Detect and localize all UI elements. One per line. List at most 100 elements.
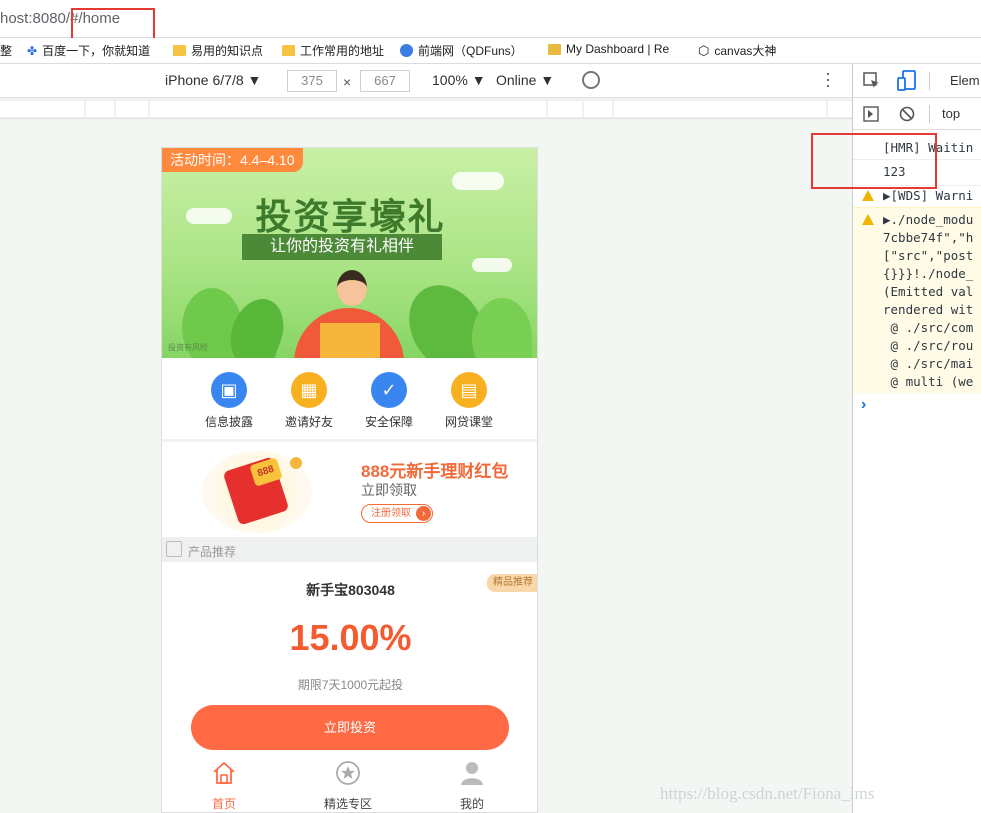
tab-featured[interactable]: 精选专区 xyxy=(298,760,398,812)
invest-now-button[interactable]: 立即投资 xyxy=(191,705,509,750)
tab-label: 我的 xyxy=(422,795,522,812)
rotate-icon[interactable] xyxy=(582,71,600,89)
bookmark-item[interactable]: 易用的知识点 xyxy=(173,42,263,59)
nav-item-security[interactable]: ✓ 安全保障 xyxy=(354,372,424,430)
star-icon xyxy=(335,760,361,786)
ruler-segment xyxy=(86,101,114,117)
section-header: 产品推荐 xyxy=(162,537,538,562)
console-prompt[interactable]: › xyxy=(861,396,866,414)
annotation-box-url xyxy=(71,8,155,41)
bookmark-label: 前端网（QDFuns） xyxy=(418,42,523,59)
media-query-ruler[interactable] xyxy=(0,99,852,119)
toolbar-divider xyxy=(929,72,930,90)
codepen-icon: ⬡ xyxy=(698,43,709,59)
ruler-segment xyxy=(584,101,612,117)
watermark: https://blog.csdn.net/Fiona_lms xyxy=(660,784,874,804)
bookmarks-bar: 整 ✤百度一下，你就知道 易用的知识点 工作常用的地址 前端网（QDFuns） … xyxy=(0,38,981,64)
bookmark-item[interactable]: ⬡ canvas大神 xyxy=(698,42,776,59)
zoom-select[interactable]: 100% ▼ xyxy=(432,72,486,88)
cloud xyxy=(472,258,512,272)
bookmark-label: 工作常用的地址 xyxy=(300,42,384,59)
url-host: host:8080/ xyxy=(0,10,70,27)
folder-icon xyxy=(282,45,295,56)
bookmark-label: canvas大神 xyxy=(714,42,776,59)
mobile-page: 活动时间：4.4–4.10 投资享壕礼 让你的投资有礼相伴 投资有风险 ▣ 信息… xyxy=(161,147,538,813)
console-line: @ ./src/rou xyxy=(883,338,981,353)
promo-banner[interactable]: 活动时间：4.4–4.10 投资享壕礼 让你的投资有礼相伴 投资有风险 xyxy=(162,148,538,358)
tab-bar: 首页 精选专区 我的 xyxy=(162,760,538,813)
qdfuns-icon xyxy=(400,44,413,57)
console-warning[interactable]: ▶[WDS] Warni xyxy=(883,188,981,203)
signpost-icon xyxy=(166,541,182,557)
product-card[interactable]: 新手宝803048 精品推荐 15.00% 期限7天1000元起投 立即投资 xyxy=(162,562,538,762)
bookmark-item[interactable]: 整 xyxy=(0,42,12,59)
ruler-segment xyxy=(116,101,148,117)
nav-item-label: 邀请好友 xyxy=(274,413,344,430)
coin-image xyxy=(290,457,302,469)
clear-console-icon[interactable] xyxy=(899,106,915,122)
risk-notice: 投资有风险 xyxy=(168,342,208,353)
product-badge: 精品推荐 xyxy=(487,574,538,592)
paw-icon: ✤ xyxy=(27,44,37,58)
bookmark-item[interactable]: My Dashboard | Re xyxy=(548,42,669,56)
quick-nav: ▣ 信息披露 ▦ 邀请好友 ✓ 安全保障 ▤ 网贷课堂 xyxy=(162,360,538,440)
console-line: ▶./node_modu xyxy=(883,212,981,227)
character-head xyxy=(337,270,367,306)
console-line: (Emitted val xyxy=(883,284,981,299)
network-select[interactable]: Online ▼ xyxy=(496,72,554,88)
toolbar-divider xyxy=(929,105,930,123)
dashboard-icon xyxy=(548,44,561,55)
gift-bag xyxy=(320,323,380,358)
bookmark-item[interactable]: ✤ 百度一下，你就知道 xyxy=(27,42,150,59)
product-term: 期限7天1000元起投 xyxy=(162,676,538,693)
banner-subtitle: 让你的投资有礼相伴 xyxy=(242,234,442,260)
device-select[interactable]: iPhone 6/7/8 ▼ xyxy=(165,72,261,88)
tab-label: 首页 xyxy=(174,795,274,812)
home-icon xyxy=(211,760,237,786)
folder-icon xyxy=(173,45,186,56)
device-height-input[interactable]: 667 xyxy=(360,70,410,92)
sidebar-toggle-icon[interactable] xyxy=(863,106,879,122)
context-select[interactable]: top xyxy=(942,106,960,121)
user-icon xyxy=(459,760,485,786)
tab-elements[interactable]: Elem xyxy=(950,73,980,88)
shield-icon: ✓ xyxy=(371,372,407,408)
console-toolbar: top xyxy=(853,98,981,130)
dimension-separator: × xyxy=(343,74,351,90)
register-claim-button[interactable]: 注册领取› xyxy=(361,504,433,523)
bookmark-label: 百度一下，你就知道 xyxy=(42,42,150,59)
console-line: @ multi (we xyxy=(883,374,981,389)
red-packet-promo[interactable]: 888 888元新手理财红包 立即领取 注册领取› xyxy=(162,443,538,537)
warning-icon xyxy=(862,190,874,201)
bookmark-item[interactable]: 工作常用的地址 xyxy=(282,42,384,59)
nav-item-disclosure[interactable]: ▣ 信息披露 xyxy=(194,372,264,430)
inspect-icon[interactable] xyxy=(863,72,881,90)
device-toolbar: iPhone 6/7/8 ▼ 375 × 667 100% ▼ Online ▼… xyxy=(0,64,852,98)
bookmark-label: My Dashboard | Re xyxy=(566,42,669,56)
nav-item-classroom[interactable]: ▤ 网贷课堂 xyxy=(434,372,504,430)
more-options-icon[interactable]: ··· xyxy=(825,70,831,88)
tab-home[interactable]: 首页 xyxy=(174,760,274,812)
console-warning-block[interactable]: ▶./node_modu 7cbbe74f","h ["src","post {… xyxy=(853,207,981,393)
section-title: 产品推荐 xyxy=(188,543,236,560)
tab-mine[interactable]: 我的 xyxy=(422,760,522,812)
warning-icon xyxy=(862,214,874,225)
product-name: 新手宝803048 xyxy=(162,580,538,600)
ruler-segment xyxy=(150,101,546,117)
promo-period-tag: 活动时间：4.4–4.10 xyxy=(162,148,303,172)
device-toggle-icon[interactable] xyxy=(897,70,917,92)
console-line: @ ./src/com xyxy=(883,320,981,335)
ruler-segment xyxy=(548,101,582,117)
classroom-icon: ▤ xyxy=(451,372,487,408)
gift-icon: ▦ xyxy=(291,372,327,408)
bookmark-item[interactable]: 前端网（QDFuns） xyxy=(400,42,523,59)
leaf-shape xyxy=(472,298,532,358)
nav-item-invite[interactable]: ▦ 邀请好友 xyxy=(274,372,344,430)
nav-item-label: 安全保障 xyxy=(354,413,424,430)
device-width-input[interactable]: 375 xyxy=(287,70,337,92)
ruler-segment xyxy=(0,101,84,117)
register-claim-label: 注册领取 xyxy=(371,508,411,519)
ruler-segment xyxy=(828,101,852,117)
console-line: rendered wit xyxy=(883,302,981,317)
nav-item-label: 网贷课堂 xyxy=(434,413,504,430)
